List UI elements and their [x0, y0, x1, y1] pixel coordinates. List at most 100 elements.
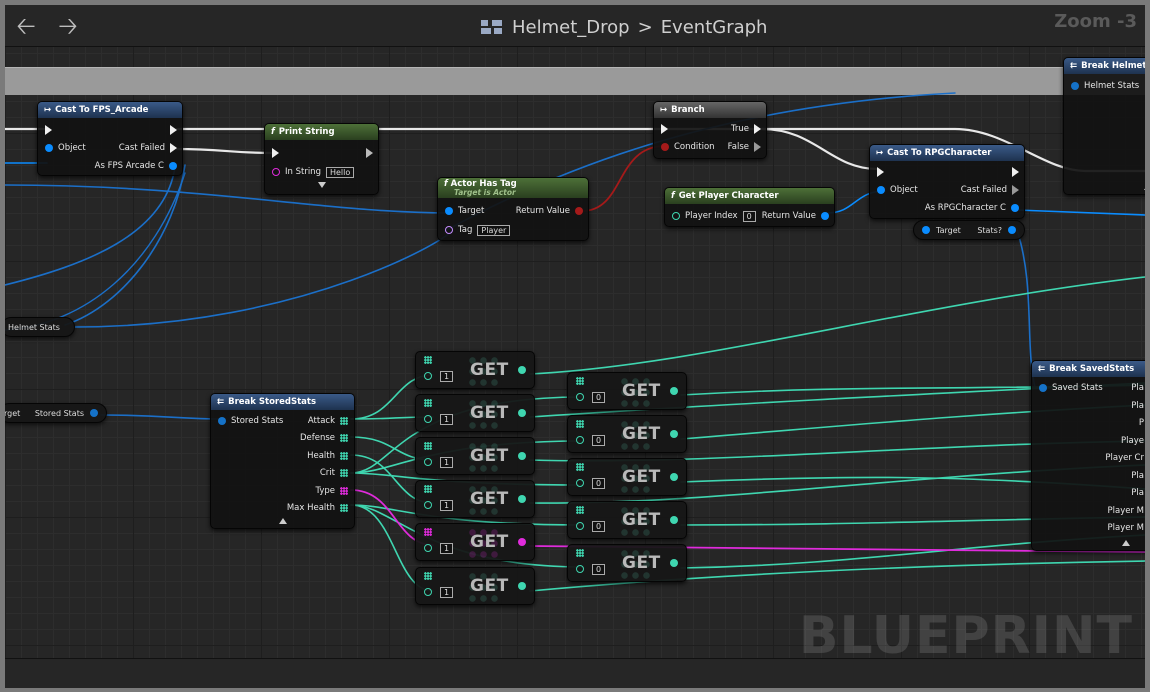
- false-pin[interactable]: False: [728, 141, 761, 153]
- collapse-arrow-icon[interactable]: [1122, 540, 1130, 546]
- index-pin[interactable]: [424, 588, 432, 596]
- tag-field[interactable]: Player: [477, 224, 511, 236]
- collapse-arrow-icon[interactable]: [1144, 184, 1145, 190]
- get-array-node[interactable]: GET 1: [415, 523, 535, 561]
- index-field[interactable]: 1: [440, 414, 454, 425]
- index-pin[interactable]: [424, 544, 432, 552]
- exec-in-pin[interactable]: [272, 147, 279, 159]
- get-array-node[interactable]: GET 1: [415, 394, 535, 432]
- exec-in-pin[interactable]: [661, 123, 668, 135]
- array-pin[interactable]: [576, 549, 584, 557]
- cast-fps-node[interactable]: ↦ Cast To FPS_Arcade Object Cast Failed A…: [37, 101, 183, 176]
- tag-pin[interactable]: Tag Player: [445, 224, 511, 236]
- output-pin[interactable]: [670, 387, 678, 395]
- index-pin[interactable]: [576, 522, 584, 530]
- output-pin[interactable]: [518, 582, 526, 590]
- output-pin[interactable]: [670, 559, 678, 567]
- index-pin[interactable]: [576, 479, 584, 487]
- print-string-node[interactable]: f Print String In String Hello: [264, 123, 379, 195]
- saved-output-pin[interactable]: Playe: [1121, 435, 1144, 447]
- exec-out-pin[interactable]: [366, 147, 373, 159]
- saved-output-pin[interactable]: P: [1139, 417, 1144, 429]
- index-field[interactable]: 0: [592, 435, 606, 446]
- index-pin[interactable]: [424, 415, 432, 423]
- true-pin[interactable]: True: [731, 123, 761, 135]
- type-pin[interactable]: Type: [315, 485, 348, 497]
- index-field[interactable]: 1: [440, 457, 454, 468]
- index-field[interactable]: 0: [592, 564, 606, 575]
- collapse-arrow-icon[interactable]: [278, 518, 287, 524]
- get-array-node[interactable]: GET 0: [567, 372, 687, 410]
- get-array-node[interactable]: GET 1: [415, 567, 535, 605]
- array-pin[interactable]: [576, 377, 584, 385]
- index-pin[interactable]: [424, 458, 432, 466]
- get-array-node[interactable]: GET 0: [567, 415, 687, 453]
- in-string-pin[interactable]: In String Hello: [272, 166, 355, 178]
- stored-stats-variable[interactable]: rget Stored Stats: [5, 403, 107, 423]
- output-pin[interactable]: [518, 452, 526, 460]
- saved-output-pin[interactable]: Player M: [1108, 522, 1145, 534]
- max-health-pin[interactable]: Max Health: [287, 502, 348, 514]
- array-pin[interactable]: [576, 420, 584, 428]
- graph-canvas[interactable]: 🡠 🡢 Helmet_Drop > EventGraph Zoom -3 ↦ Ca…: [5, 5, 1145, 688]
- saved-output-pin[interactable]: Player Cr: [1105, 452, 1144, 464]
- array-pin[interactable]: [424, 399, 432, 407]
- break-helmet-node[interactable]: ⇇Break HelmetStat Helmet Stats: [1063, 57, 1145, 195]
- output-pin[interactable]: [670, 516, 678, 524]
- player-index-field[interactable]: 0: [742, 210, 756, 222]
- helmet-stats-pin[interactable]: Helmet Stats: [1071, 80, 1139, 92]
- saved-output-pin[interactable]: Pla: [1131, 470, 1144, 482]
- object-pin[interactable]: Object: [45, 142, 86, 154]
- output-pin[interactable]: [518, 495, 526, 503]
- return-value-pin[interactable]: Return Value: [516, 205, 583, 217]
- get-player-character-node[interactable]: f Get Player Character Player Index 0 Retu…: [664, 187, 835, 227]
- index-pin[interactable]: [576, 565, 584, 573]
- return-value-pin[interactable]: Return Value: [762, 210, 829, 222]
- index-field[interactable]: 0: [592, 392, 606, 403]
- get-array-node[interactable]: GET 0: [567, 458, 687, 496]
- break-stored-node[interactable]: ⇇ Break StoredStats Stored Stats Attack D…: [210, 393, 355, 529]
- saved-output-pin[interactable]: Pla: [1131, 400, 1144, 412]
- stats-variable-node[interactable]: Target Stats?: [913, 220, 1025, 240]
- index-field[interactable]: 1: [440, 543, 454, 554]
- exec-out-pin[interactable]: [1012, 166, 1019, 178]
- player-index-pin[interactable]: Player Index 0: [672, 210, 756, 222]
- index-pin[interactable]: [576, 436, 584, 444]
- breadcrumb-asset[interactable]: Helmet_Drop: [512, 17, 630, 38]
- get-array-node[interactable]: GET 1: [415, 480, 535, 518]
- object-pin[interactable]: Object: [877, 184, 918, 196]
- as-fps-pin[interactable]: As FPS Arcade C: [95, 160, 177, 172]
- back-arrow-icon[interactable]: 🡠: [13, 13, 39, 39]
- index-field[interactable]: 1: [440, 371, 454, 382]
- output-pin[interactable]: [670, 473, 678, 481]
- index-pin[interactable]: [424, 372, 432, 380]
- exec-out-pin[interactable]: [170, 124, 177, 136]
- as-rpg-pin[interactable]: As RPGCharacter C: [925, 202, 1019, 214]
- exec-in-pin[interactable]: [877, 166, 884, 178]
- branch-node[interactable]: ↦ Branch True Condition False: [653, 101, 767, 159]
- array-pin[interactable]: [424, 442, 432, 450]
- get-array-node[interactable]: GET 0: [567, 544, 687, 582]
- crit-pin[interactable]: Crit: [320, 467, 348, 479]
- array-pin[interactable]: [576, 506, 584, 514]
- index-field[interactable]: 0: [592, 478, 606, 489]
- array-pin[interactable]: [424, 485, 432, 493]
- in-string-field[interactable]: Hello: [325, 166, 355, 178]
- get-array-node[interactable]: GET 1: [415, 351, 535, 389]
- output-pin[interactable]: [518, 409, 526, 417]
- index-field[interactable]: 1: [440, 500, 454, 511]
- get-array-node[interactable]: GET 0: [567, 501, 687, 539]
- exec-in-pin[interactable]: [45, 124, 52, 136]
- defense-pin[interactable]: Defense: [300, 432, 348, 444]
- expand-arrow-icon[interactable]: [317, 182, 326, 188]
- stored-stats-pin[interactable]: Stored Stats: [218, 415, 283, 427]
- break-saved-node[interactable]: ⇇ Break SavedStats Saved Stats Pla Pla P …: [1031, 360, 1145, 551]
- saved-output-pin[interactable]: Pla: [1131, 382, 1144, 394]
- cast-failed-pin[interactable]: Cast Failed: [961, 184, 1019, 196]
- index-field[interactable]: 0: [592, 521, 606, 532]
- forward-arrow-icon[interactable]: 🡢: [55, 13, 81, 39]
- array-pin[interactable]: [424, 356, 432, 364]
- get-array-node[interactable]: GET 1: [415, 437, 535, 475]
- helmet-stats-variable[interactable]: Helmet Stats: [5, 317, 75, 337]
- index-field[interactable]: 1: [440, 587, 454, 598]
